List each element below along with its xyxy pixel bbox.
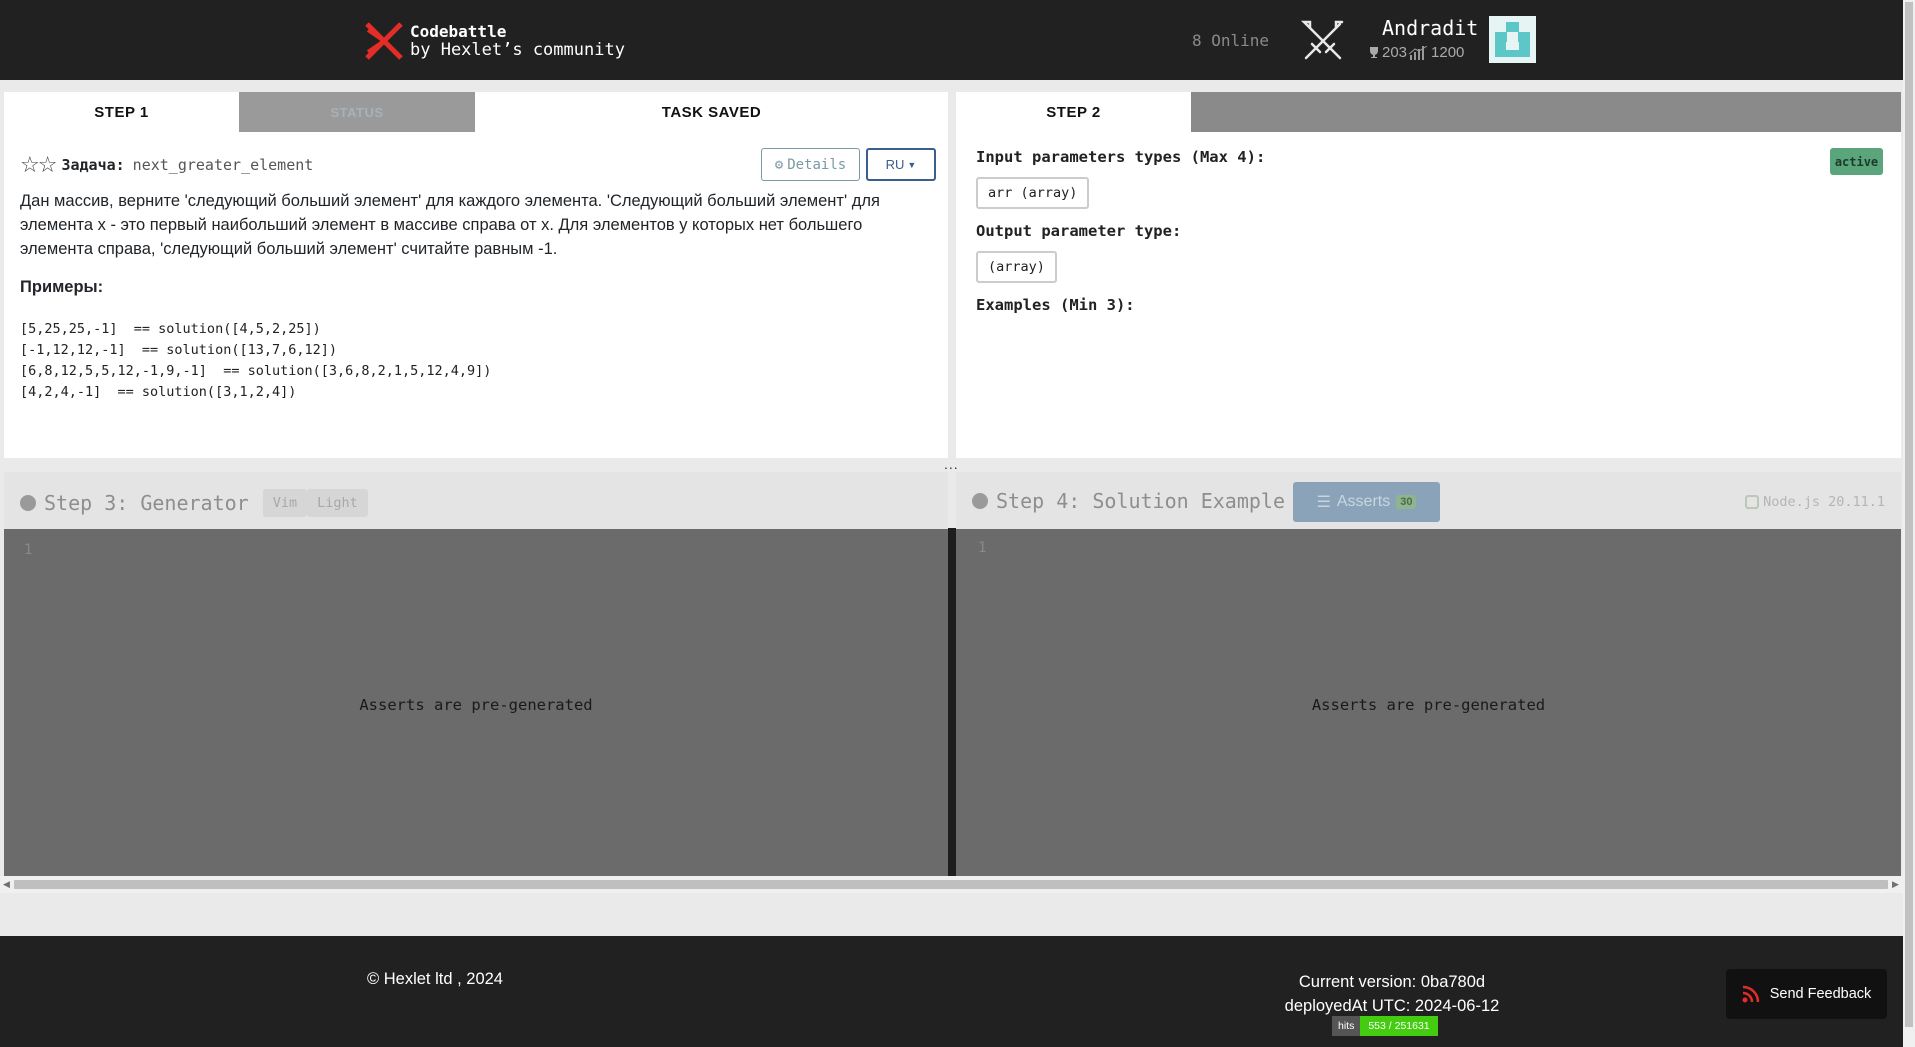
list-icon: ☰ [1316,494,1331,511]
details-button[interactable]: ⚙ Details [761,148,860,181]
input-types-label: Input parameters types (Max 4): [976,148,1266,166]
line-number: 1 [24,542,33,558]
hits-label: hits [1332,1016,1361,1036]
tab-step1[interactable]: STEP 1 [4,92,239,132]
line-number: 1 [978,540,987,556]
scrollbar-thumb[interactable] [1905,2,1913,1027]
tab-bar-fill [1191,92,1901,132]
user-rating: 1200 [1431,44,1465,61]
task-name: next_greater_element [132,156,314,174]
generator-editor-header: Step 3: Generator Vim Light [4,472,948,529]
step2-panel: STEP 2 active Input parameters types (Ma… [956,92,1901,458]
language-label: RU [885,157,905,172]
scroll-left-icon[interactable]: ◀ [3,879,10,890]
runtime-label: Node.js 20.11.1 [1763,494,1885,510]
user-info[interactable]: Andradit 203 1200 [1368,16,1478,61]
output-type-label: Output parameter type: [976,222,1182,240]
footer: © Hexlet ltd , 2024 Current version: 0ba… [0,936,1903,1047]
version-text: Current version: 0ba780d [1298,973,1486,991]
feedback-label: Send Feedback [1769,986,1872,1002]
crossed-swords-icon[interactable] [1300,18,1346,64]
brand-link[interactable]: Codebattle by Hexlet’s community [364,20,625,62]
examples-code: [5,25,25,-1] == solution([4,5,2,25]) [-1… [20,321,492,400]
codebattle-logo-icon [365,22,403,60]
user-name: Andradit [1382,16,1479,40]
scroll-right-icon[interactable]: ▶ [1892,879,1899,890]
output-type-chip[interactable]: (array) [976,251,1057,283]
step1-panel: STEP 1 STATUS TASK SAVED ☆☆ Задача: next… [4,92,948,458]
online-count[interactable]: 8 Online [1192,31,1269,50]
tab-status[interactable]: STATUS [239,92,475,132]
input-type-chip[interactable]: arr (array) [976,177,1090,209]
caret-down-icon: ▼ [907,159,917,170]
send-feedback-button[interactable]: Send Feedback [1726,969,1887,1019]
examples-title: Примеры: [20,278,104,296]
status-dot-icon [972,493,988,509]
horizontal-scrollbar[interactable]: ◀ ▶ [0,876,1903,893]
details-label: Details [787,156,847,173]
status-badge: active [1830,148,1883,175]
asserts-button[interactable]: ☰ Asserts 30 [1293,482,1440,522]
solution-title: Step 4: Solution Example [996,489,1285,513]
brand-name: Codebattle [410,22,507,41]
tab-step2[interactable]: STEP 2 [956,92,1191,132]
solution-editor-panel: Step 4: Solution Example ☰ Asserts 30 No… [956,472,1901,876]
vertical-scrollbar[interactable] [1903,0,1915,1047]
asserts-label: Asserts [1336,493,1391,510]
generator-message: Asserts are pre-generated [359,696,593,714]
solution-message: Asserts are pre-generated [1311,696,1546,714]
status-dot-icon [20,495,36,511]
language-dropdown[interactable]: RU ▼ [866,148,936,181]
runtime-version: Node.js 20.11.1 [1745,494,1885,510]
editor-divider[interactable] [948,528,956,876]
bar-chart-icon [1409,45,1428,60]
examples-label: Examples (Min 3): [976,296,1135,314]
theme-button[interactable]: Light [307,489,368,517]
asserts-count-badge: 30 [1396,495,1417,509]
task-heading: ☆☆ Задача: next_greater_element [20,152,313,178]
vim-mode-button[interactable]: Vim [262,489,308,517]
star-icon[interactable]: ☆☆ [20,152,57,178]
gear-icon: ⚙ [774,156,784,173]
tab-task-saved[interactable]: TASK SAVED [475,92,948,132]
rss-icon [1742,985,1759,1003]
task-description: Дан массив, верните 'следующий больший э… [20,192,880,258]
trophy-icon [1370,47,1378,58]
scrollbar-thumb[interactable] [14,880,1888,889]
hits-value: 553 / 251631 [1360,1016,1438,1036]
user-rank: 203 [1382,44,1408,61]
generator-editor-panel: Step 3: Generator Vim Light 1 Asserts ar… [4,472,948,876]
nodejs-icon [1745,495,1760,509]
hits-counter-badge[interactable]: hits 553 / 251631 [1332,1016,1438,1036]
generator-title: Step 3: Generator [44,491,249,515]
resize-handle[interactable]: ... [944,456,959,472]
task-label: Задача: [61,156,125,174]
solution-editor-header: Step 4: Solution Example ☰ Asserts 30 No… [956,472,1901,529]
top-navbar: Codebattle by Hexlet’s community 8 Onlin… [0,0,1903,80]
avatar[interactable] [1489,16,1536,63]
brand-subtitle: by Hexlet’s community [410,40,625,60]
copyright-text: © Hexlet ltd , 2024 [367,970,503,988]
